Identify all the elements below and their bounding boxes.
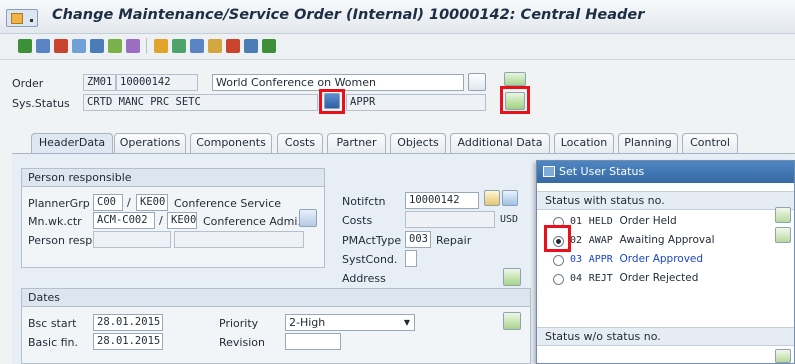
costs-label: Costs: [342, 214, 373, 227]
order-label: Order: [12, 77, 44, 90]
priority-value: 2-High: [289, 316, 326, 329]
planner-plant-field[interactable]: KE00: [136, 194, 168, 211]
tab-costs[interactable]: Costs: [277, 133, 323, 153]
notification-display-icon[interactable]: [502, 190, 518, 206]
app-menu-icon[interactable]: [6, 9, 38, 27]
tab-operations[interactable]: Operations: [114, 133, 186, 153]
systcond-label: SystCond.: [342, 253, 398, 266]
bsc-start-field[interactable]: 28.01.2015: [93, 314, 163, 331]
dialog-window-icon: [543, 166, 555, 177]
status-detail-icon[interactable]: [775, 207, 791, 223]
costs-field: [405, 211, 495, 228]
work-center-icon[interactable]: [299, 209, 317, 227]
title-bar: Change Maintenance/Service Order (Intern…: [0, 0, 795, 34]
print-icon[interactable]: [126, 39, 140, 53]
dialog-title-bar: Set User Status: [537, 161, 794, 183]
highlight-selected-radio: [544, 225, 571, 252]
tab-planning[interactable]: Planning: [618, 133, 678, 153]
planner-grp-field[interactable]: C00: [93, 194, 123, 211]
status-row-awap: 02 AWAP Awaiting Approval: [570, 234, 715, 246]
edit-pencil-icon[interactable]: [484, 190, 500, 206]
status-with-no-header: Status with status no.: [537, 191, 794, 210]
sys-status-label: Sys.Status: [12, 97, 70, 110]
edit-icon[interactable]: [54, 39, 68, 53]
order-type-field: ZM01: [83, 74, 116, 91]
flag-icon[interactable]: [18, 39, 32, 53]
mn-wk-ctr-field[interactable]: ACM-C002: [93, 212, 155, 229]
user-status-field: APPR: [346, 94, 486, 111]
planner-grp-label: PlannerGrp: [28, 197, 90, 210]
tab-headerdata[interactable]: HeaderData: [31, 133, 113, 154]
notifctn-field[interactable]: 10000142: [405, 192, 479, 209]
group-title: Person responsible: [22, 169, 324, 187]
pmacttype-text: Repair: [436, 234, 472, 247]
mn-wk-ctr-label: Mn.wk.ctr: [28, 215, 82, 228]
basic-fin-field[interactable]: 28.01.2015: [93, 333, 163, 350]
order-number-field: 10000142: [116, 74, 198, 91]
tab-additional-data[interactable]: Additional Data: [450, 133, 550, 153]
tab-location[interactable]: Location: [554, 133, 614, 153]
next-icon[interactable]: [262, 39, 276, 53]
systcond-field[interactable]: [405, 250, 417, 267]
notifctn-label: Notifctn: [342, 195, 386, 208]
release-icon[interactable]: [108, 39, 122, 53]
info-icon[interactable]: [244, 39, 258, 53]
pmacttype-field[interactable]: 003: [405, 231, 431, 248]
page-title: Change Maintenance/Service Order (Intern…: [52, 7, 645, 23]
attachments-icon[interactable]: [208, 39, 222, 53]
person-resp-label: Person resp.: [28, 234, 96, 247]
status-row-held: 01 HELD Order Held: [570, 215, 677, 227]
highlight-status-info: [319, 89, 345, 114]
tab-control[interactable]: Control: [682, 133, 738, 153]
costs-currency: USD: [500, 214, 519, 225]
documents-icon[interactable]: [190, 39, 204, 53]
set-user-status-dialog: Set User Status Status with status no. 0…: [536, 160, 795, 364]
bsc-start-label: Bsc start: [28, 317, 77, 330]
status-row-rejt: 04 REJT Order Rejected: [570, 272, 699, 284]
priority-dropdown[interactable]: 2-High ▼: [285, 314, 415, 331]
long-text-icon[interactable]: [468, 73, 486, 91]
status-overview-icon[interactable]: [504, 72, 526, 86]
status-radio-appr[interactable]: [553, 255, 564, 266]
mn-wk-ctr-plant-field[interactable]: KE00: [167, 212, 197, 229]
schedule-icon[interactable]: [172, 39, 186, 53]
application-toolbar: [0, 34, 795, 60]
person-resp-name-field: [174, 231, 304, 248]
sys-status-field: CRTD MANC PRC SETC: [83, 94, 318, 111]
status-without-no-header: Status w/o status no.: [537, 327, 794, 346]
group-title: Dates: [22, 289, 530, 307]
reference-icon[interactable]: [226, 39, 240, 53]
status-detail-icon-2[interactable]: [775, 227, 791, 243]
address-icon[interactable]: [503, 268, 521, 286]
change-icon[interactable]: [36, 39, 50, 53]
address-label: Address: [342, 272, 386, 285]
mn-wk-ctr-text: Conference Admi...: [203, 215, 308, 228]
status-detail-icon-3[interactable]: [775, 349, 791, 363]
display-icon[interactable]: [72, 39, 86, 53]
revision-field[interactable]: [285, 333, 341, 350]
tab-objects[interactable]: Objects: [390, 133, 446, 153]
dialog-title: Set User Status: [559, 165, 645, 178]
person-resp-field[interactable]: [93, 231, 171, 248]
status-radio-rejt[interactable]: [553, 274, 564, 285]
revision-label: Revision: [219, 336, 265, 349]
chevron-down-icon: ▼: [403, 318, 410, 327]
highlight-set-status: [500, 86, 530, 114]
dates-detail-icon[interactable]: [503, 312, 521, 330]
priority-label: Priority: [219, 317, 259, 330]
pmacttype-label: PMActType: [342, 234, 402, 247]
save-icon[interactable]: [90, 39, 104, 53]
planner-grp-text: Conference Service: [174, 197, 282, 210]
tab-components[interactable]: Components: [190, 133, 272, 153]
tab-partner[interactable]: Partner: [327, 133, 386, 153]
basic-fin-label: Basic fin.: [28, 336, 79, 349]
object-list-icon[interactable]: [154, 39, 168, 53]
status-row-appr: 03 APPR Order Approved: [570, 253, 704, 265]
